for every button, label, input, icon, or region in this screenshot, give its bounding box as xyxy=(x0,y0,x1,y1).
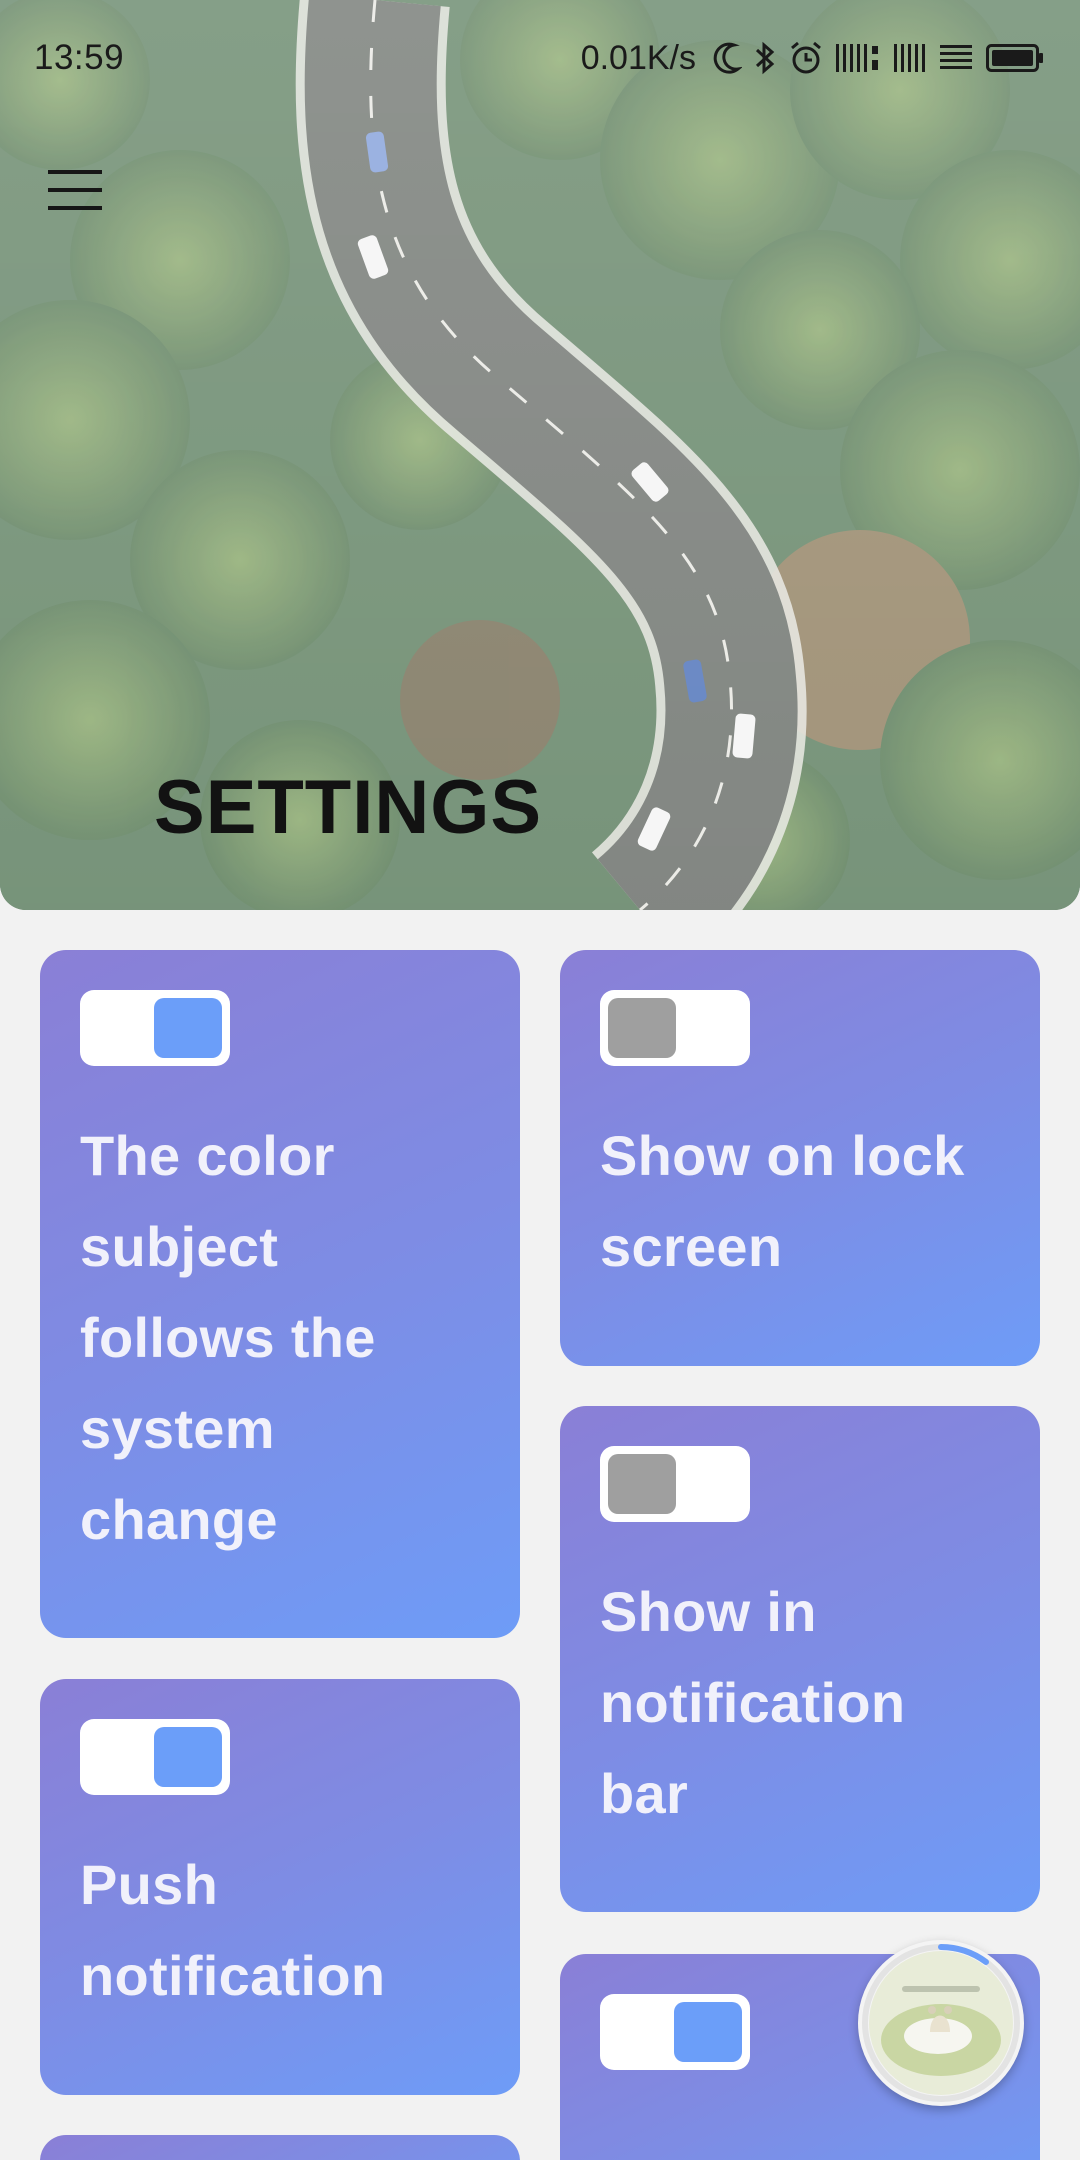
toggle-switch[interactable] xyxy=(600,1446,750,1522)
toggle-knob xyxy=(154,998,222,1058)
header-banner: 13:59 0.01K/s SETTINGS xyxy=(0,0,1080,910)
status-time: 13:59 xyxy=(34,38,125,77)
setting-card-color-follow-system[interactable]: The color subject follows the system cha… xyxy=(40,950,520,1638)
hamburger-menu-icon[interactable] xyxy=(36,160,116,220)
floating-player-button[interactable] xyxy=(858,1940,1024,2106)
setting-card-push-notification[interactable]: Push notification xyxy=(40,1679,520,2095)
toggle-knob xyxy=(154,1727,222,1787)
bluetooth-icon xyxy=(755,41,775,75)
status-icons: 0.01K/s xyxy=(581,36,1044,80)
wifi-icon xyxy=(940,45,972,69)
moon-icon xyxy=(713,42,742,74)
toggle-switch[interactable] xyxy=(600,1994,750,2070)
alarm-icon xyxy=(791,41,821,74)
setting-label: Show in notification bar xyxy=(600,1580,906,1825)
status-bar: 13:59 0.01K/s xyxy=(0,0,1080,118)
toggle-knob xyxy=(674,2002,742,2062)
page-title: SETTINGS xyxy=(154,765,543,850)
battery-icon xyxy=(986,44,1043,72)
toggle-switch[interactable] xyxy=(600,990,750,1066)
settings-screen: 13:59 0.01K/s SETTINGS The color subject… xyxy=(0,0,1080,2160)
setting-label: Push notification xyxy=(80,1853,386,2007)
toggle-knob xyxy=(608,998,676,1058)
setting-card-6[interactable] xyxy=(40,2135,520,2160)
signal-icon-2 xyxy=(894,44,925,72)
setting-card-show-in-notification-bar[interactable]: Show in notification bar xyxy=(560,1406,1040,1912)
toggle-knob xyxy=(608,1454,676,1514)
setting-label: Show on lock screen xyxy=(600,1124,965,1278)
network-speed: 0.01K/s xyxy=(580,38,696,77)
setting-label: The color subject follows the system cha… xyxy=(80,1124,376,1551)
setting-card-show-on-lock-screen[interactable]: Show on lock screen xyxy=(560,950,1040,1366)
toggle-switch[interactable] xyxy=(80,990,230,1066)
signal-icon-1 xyxy=(836,44,878,72)
toggle-switch[interactable] xyxy=(80,1719,230,1795)
